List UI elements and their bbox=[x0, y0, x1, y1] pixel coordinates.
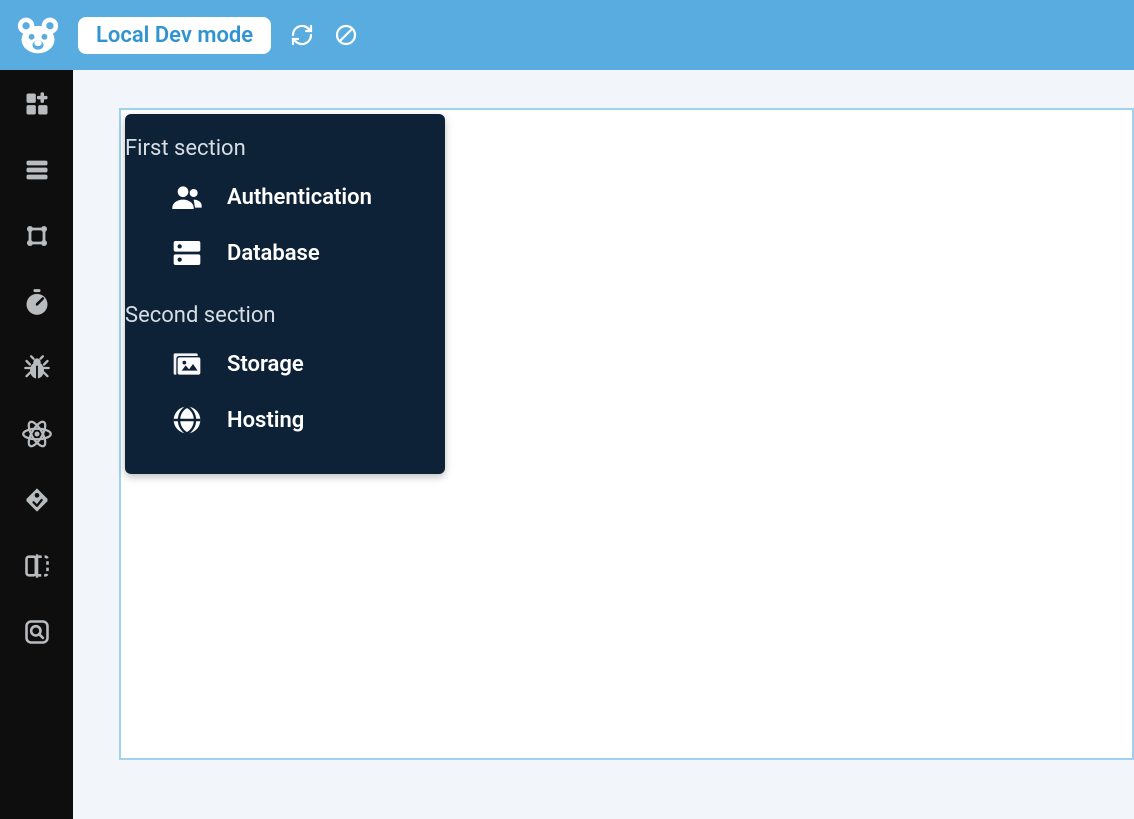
menu-section-title: Second section bbox=[125, 303, 445, 336]
menu-item-database[interactable]: Database bbox=[125, 225, 445, 281]
media-icon bbox=[171, 348, 203, 380]
left-sidebar bbox=[0, 70, 73, 819]
menu-section-1: First section Authentication bbox=[125, 136, 445, 303]
design-canvas[interactable]: First section Authentication bbox=[119, 108, 1134, 760]
app-logo[interactable] bbox=[16, 13, 60, 57]
menu-item-label: Database bbox=[227, 241, 320, 266]
people-icon bbox=[171, 181, 203, 213]
menu-item-label: Authentication bbox=[227, 185, 372, 210]
widgets-add-icon[interactable] bbox=[21, 88, 53, 120]
menu-panel: First section Authentication bbox=[125, 114, 445, 474]
tag-icon[interactable] bbox=[21, 484, 53, 516]
menu-item-hosting[interactable]: Hosting bbox=[125, 392, 445, 448]
menu-item-storage[interactable]: Storage bbox=[125, 336, 445, 392]
dev-mode-pill[interactable]: Local Dev mode bbox=[78, 17, 271, 54]
menu-item-authentication[interactable]: Authentication bbox=[125, 169, 445, 225]
compare-icon[interactable] bbox=[21, 550, 53, 582]
branch-icon[interactable] bbox=[21, 220, 53, 252]
top-bar: Local Dev mode bbox=[0, 0, 1134, 70]
menu-item-label: Storage bbox=[227, 352, 304, 377]
menu-section-title: First section bbox=[125, 136, 445, 169]
globe-icon bbox=[171, 404, 203, 436]
menu-item-label: Hosting bbox=[227, 408, 304, 433]
bug-icon[interactable] bbox=[21, 352, 53, 384]
block-icon[interactable] bbox=[333, 22, 359, 48]
dns-icon bbox=[171, 237, 203, 269]
menu-section-2: Second section Storage bbox=[125, 303, 445, 448]
timer-icon[interactable] bbox=[21, 286, 53, 318]
refresh-icon[interactable] bbox=[289, 22, 315, 48]
rows-icon[interactable] bbox=[21, 154, 53, 186]
atom-icon[interactable] bbox=[21, 418, 53, 450]
main-area: First section Authentication bbox=[73, 70, 1134, 819]
search-page-icon[interactable] bbox=[21, 616, 53, 648]
